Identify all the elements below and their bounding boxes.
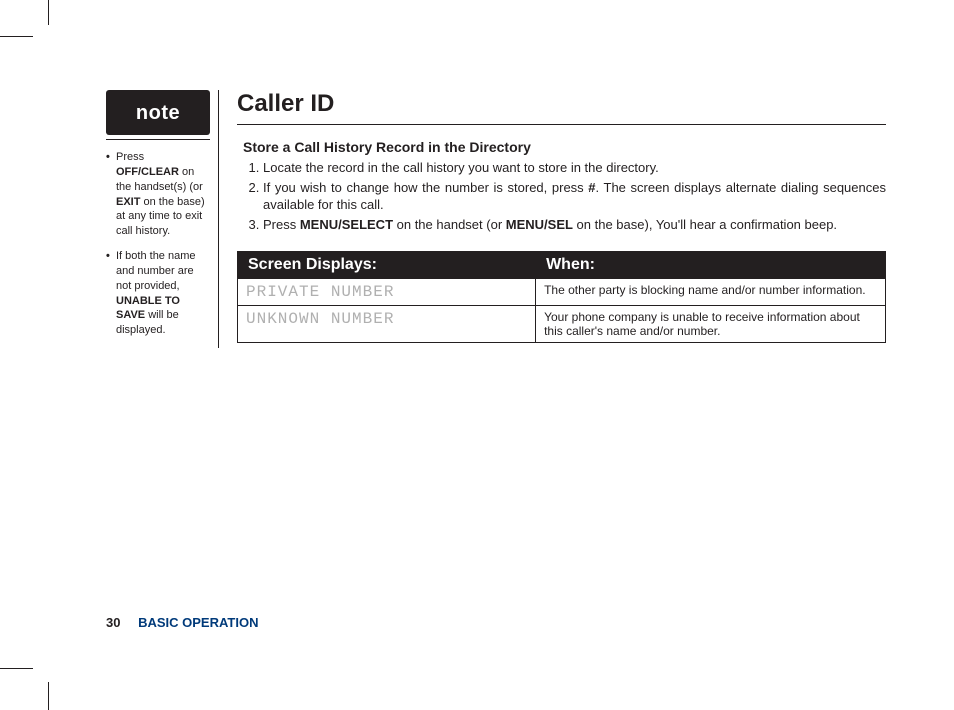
table-cell-when: Your phone company is unable to receive …	[536, 306, 886, 343]
chapter-title: BASIC OPERATION	[138, 615, 258, 630]
crop-mark	[48, 682, 49, 710]
crop-mark	[0, 36, 33, 37]
note-badge: note	[106, 90, 210, 135]
note-item: • If both the name and number are not pr…	[106, 249, 210, 338]
page-body: note • Press OFF/CLEAR on the handset(s)…	[106, 90, 886, 348]
sub-title: Store a Call History Record in the Direc…	[243, 139, 886, 155]
table-cell-when: The other party is blocking name and/or …	[536, 279, 886, 306]
display-table: Screen Displays: When: PRIVATE NUMBER Th…	[237, 251, 886, 343]
table-head-display: Screen Displays:	[238, 252, 536, 279]
lcd-text: PRIVATE NUMBER	[246, 283, 394, 301]
bullet-icon: •	[106, 249, 116, 338]
step-item: If you wish to change how the number is …	[263, 179, 886, 214]
page-footer: 30 BASIC OPERATION	[106, 615, 258, 630]
main-content: Caller ID Store a Call History Record in…	[237, 90, 886, 343]
note-text: Press OFF/CLEAR on the handset(s) (or EX…	[116, 150, 210, 239]
table-row: UNKNOWN NUMBER Your phone company is una…	[238, 306, 886, 343]
lcd-text: UNKNOWN NUMBER	[246, 310, 394, 328]
section-title: Caller ID	[237, 90, 886, 118]
note-item: • Press OFF/CLEAR on the handset(s) (or …	[106, 150, 210, 239]
note-badge-label: note	[136, 102, 180, 124]
crop-mark	[0, 668, 33, 669]
table-head-when: When:	[536, 252, 886, 279]
title-rule	[237, 124, 886, 125]
table-row: PRIVATE NUMBER The other party is blocki…	[238, 279, 886, 306]
note-underline	[106, 139, 210, 140]
page-number: 30	[106, 615, 120, 630]
bullet-icon: •	[106, 150, 116, 239]
steps-list: Locate the record in the call history yo…	[243, 159, 886, 233]
crop-mark	[48, 0, 49, 25]
note-text: If both the name and number are not prov…	[116, 249, 210, 338]
step-item: Locate the record in the call history yo…	[263, 159, 886, 177]
note-list: • Press OFF/CLEAR on the handset(s) (or …	[106, 150, 210, 338]
step-item: Press MENU/SELECT on the handset (or MEN…	[263, 216, 886, 234]
note-sidebar: note • Press OFF/CLEAR on the handset(s)…	[106, 90, 219, 348]
